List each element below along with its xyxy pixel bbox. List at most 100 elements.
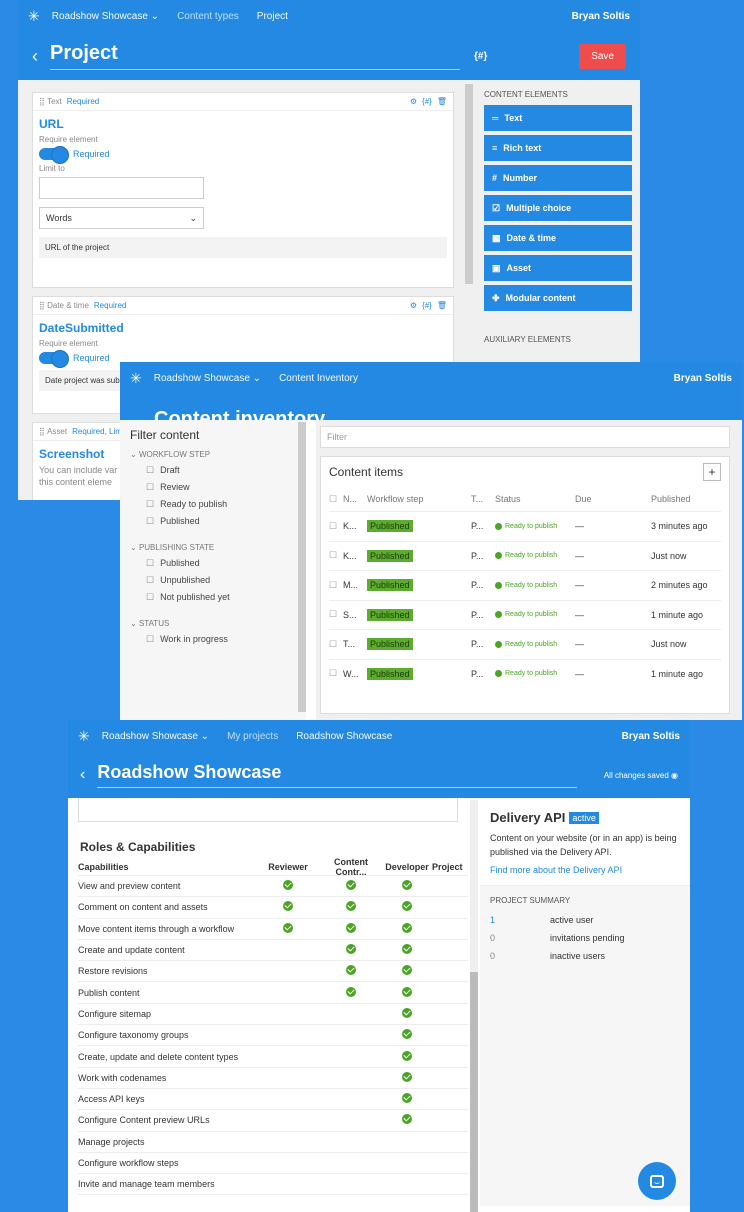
content-contributor-cell[interactable] — [320, 901, 382, 913]
check-circle-icon[interactable] — [402, 986, 412, 997]
developer-cell[interactable] — [382, 944, 432, 956]
element-name[interactable]: DateSubmitted — [39, 321, 447, 335]
guidelines-field[interactable]: URL of the project — [39, 237, 447, 258]
project-menu[interactable]: Roadshow Showcase ⌄ — [52, 11, 159, 22]
table-row[interactable]: ☐ S... Published P... Ready to publish — 1 min… — [329, 599, 721, 630]
kentico-logo-icon[interactable]: ✳ — [78, 728, 90, 745]
developer-cell[interactable] — [382, 1071, 432, 1084]
developer-cell[interactable] — [382, 1050, 432, 1063]
limit-input[interactable] — [39, 177, 204, 199]
row-checkbox[interactable]: ☐ — [329, 639, 343, 650]
column-published[interactable]: Published — [651, 494, 721, 504]
check-circle-icon[interactable] — [402, 1114, 412, 1125]
check-circle-icon[interactable] — [402, 965, 412, 976]
content-contributor-cell[interactable] — [320, 880, 382, 892]
project-menu[interactable]: Roadshow Showcase ⌄ — [102, 731, 209, 742]
row-checkbox[interactable]: ☐ — [329, 521, 343, 532]
user-menu[interactable]: Bryan Soltis — [674, 373, 732, 384]
developer-cell[interactable] — [382, 880, 432, 892]
codename-icon[interactable]: {#} — [474, 51, 487, 62]
content-contributor-cell[interactable] — [320, 965, 382, 977]
content-contributor-cell[interactable] — [320, 922, 382, 935]
add-content-item-button[interactable]: + — [703, 463, 721, 481]
check-circle-icon[interactable] — [346, 922, 356, 933]
element-name[interactable]: URL — [39, 117, 447, 131]
kentico-logo-icon[interactable]: ✳ — [28, 8, 40, 25]
codename-icon[interactable]: {#} — [422, 301, 432, 310]
check-circle-icon[interactable] — [283, 922, 293, 933]
drag-handle-icon[interactable]: ⣿ — [39, 97, 47, 106]
select-all-checkbox[interactable]: ☐ — [329, 494, 343, 505]
developer-cell[interactable] — [382, 1114, 432, 1126]
filter-checkbox-draft[interactable]: Draft — [146, 465, 296, 476]
add-modular-content-element-button[interactable]: ✤ Modular content — [484, 285, 632, 311]
check-circle-icon[interactable] — [402, 880, 412, 891]
filter-checkbox-state-published[interactable]: Published — [146, 558, 296, 569]
check-circle-icon[interactable] — [283, 880, 293, 891]
filter-section-publishing[interactable]: ⌄ PUBLISHING STATE — [130, 543, 296, 552]
delete-trash-icon[interactable]: 🗑 — [437, 301, 447, 310]
chat-button[interactable] — [638, 1162, 676, 1200]
check-circle-icon[interactable] — [402, 1007, 412, 1018]
check-circle-icon[interactable] — [402, 1029, 412, 1040]
item-name[interactable]: W... — [343, 669, 367, 679]
row-checkbox[interactable]: ☐ — [329, 609, 343, 620]
required-toggle[interactable]: Required — [39, 146, 447, 164]
column-name[interactable]: N... — [343, 494, 367, 504]
project-menu[interactable]: Roadshow Showcase ⌄ — [154, 373, 261, 384]
codename-icon[interactable]: {#} — [422, 97, 432, 106]
check-circle-icon[interactable] — [283, 901, 293, 912]
column-type[interactable]: T... — [471, 494, 495, 504]
roles-scrollbar[interactable] — [470, 800, 478, 1212]
item-name[interactable]: S... — [343, 610, 367, 620]
reviewer-cell[interactable] — [256, 880, 320, 892]
settings-gear-icon[interactable]: ⚙ — [410, 97, 417, 106]
check-circle-icon[interactable] — [346, 944, 356, 955]
project-name-input[interactable]: Roadshow Showcase — [97, 762, 578, 788]
user-menu[interactable]: Bryan Soltis — [572, 11, 630, 22]
row-checkbox[interactable]: ☐ — [329, 580, 343, 591]
canvas-scrollbar[interactable] — [465, 84, 473, 284]
row-checkbox[interactable]: ☐ — [329, 550, 343, 561]
column-status[interactable]: Status — [495, 494, 575, 504]
developer-cell[interactable] — [382, 986, 432, 999]
breadcrumb-content-types[interactable]: Content types — [177, 11, 239, 22]
table-row[interactable]: ☐ M... Published P... Ready to publish — 2 min… — [329, 570, 721, 600]
content-type-name-input[interactable]: Project — [50, 42, 460, 70]
item-name[interactable]: T... — [343, 639, 367, 649]
filter-checkbox-ready[interactable]: Ready to publish — [146, 499, 296, 510]
back-arrow-icon[interactable]: ‹ — [32, 46, 38, 67]
column-due[interactable]: Due — [575, 494, 651, 504]
table-row[interactable]: ☐ W... Published P... Ready to publish — 1 min… — [329, 658, 721, 689]
add-text-element-button[interactable]: ═ Text — [484, 105, 632, 131]
add-asset-element-button[interactable]: ▣ Asset — [484, 255, 632, 281]
search-input[interactable]: Filter — [320, 426, 730, 448]
filter-checkbox-published[interactable]: Published — [146, 516, 296, 527]
developer-cell[interactable] — [382, 1029, 432, 1041]
developer-cell[interactable] — [382, 1007, 432, 1020]
filter-scrollbar[interactable] — [298, 422, 306, 712]
check-circle-icon[interactable] — [346, 880, 356, 891]
filter-checkbox-wip[interactable]: Work in progress — [146, 634, 296, 645]
save-button[interactable]: Save — [579, 43, 626, 69]
filter-checkbox-not-published[interactable]: Not published yet — [146, 592, 296, 603]
back-arrow-icon[interactable]: ‹ — [80, 766, 85, 784]
row-checkbox[interactable]: ☐ — [329, 668, 343, 679]
check-circle-icon[interactable] — [346, 986, 356, 997]
content-contributor-cell[interactable] — [320, 944, 382, 956]
content-contributor-cell[interactable] — [320, 986, 382, 999]
filter-section-workflow[interactable]: ⌄ WORKFLOW STEP — [130, 450, 296, 459]
check-circle-icon[interactable] — [402, 901, 412, 912]
check-circle-icon[interactable] — [346, 901, 356, 912]
reviewer-cell[interactable] — [256, 901, 320, 913]
check-circle-icon[interactable] — [402, 944, 412, 955]
delete-trash-icon[interactable]: 🗑 — [437, 97, 447, 106]
developer-cell[interactable] — [382, 965, 432, 977]
developer-cell[interactable] — [382, 1093, 432, 1105]
settings-gear-icon[interactable]: ⚙ — [410, 301, 417, 310]
filter-section-status[interactable]: ⌄ STATUS — [130, 619, 296, 628]
filter-checkbox-review[interactable]: Review — [146, 482, 296, 493]
drag-handle-icon[interactable]: ⣿ — [39, 301, 47, 310]
element-card-url[interactable]: ⣿ Text Required ⚙ {#} 🗑 URL Require elemen… — [32, 92, 454, 288]
table-row[interactable]: ☐ T... Published P... Ready to publish — Just … — [329, 629, 721, 659]
